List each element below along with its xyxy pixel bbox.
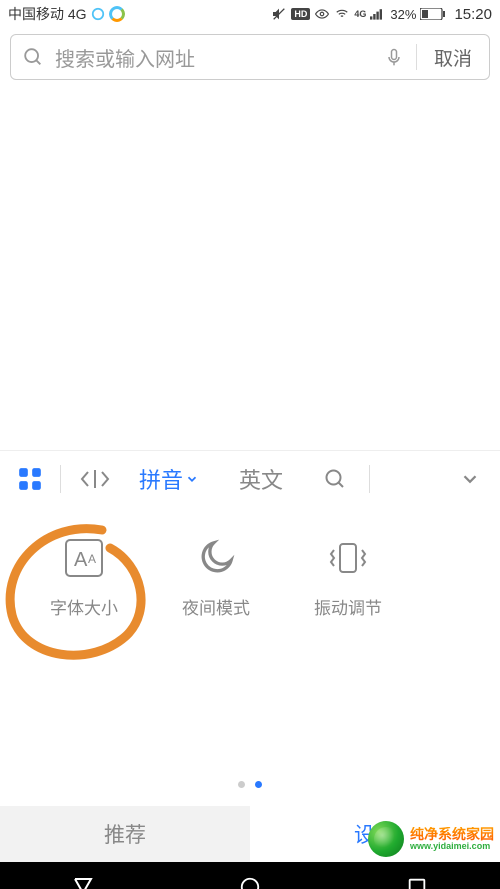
divider [369, 465, 370, 493]
carrier-label: 中国移动 4G [8, 4, 87, 24]
setting-night-mode[interactable]: 夜间模式 [168, 536, 264, 619]
eye-icon [314, 7, 330, 21]
search-input[interactable]: 搜索或输入网址 [55, 43, 372, 72]
search-bar[interactable]: 搜索或输入网址 取消 [10, 34, 490, 80]
mute-icon [271, 6, 287, 22]
ime-settings-panel: AA 字体大小 夜间模式 振动调节 [0, 506, 500, 806]
ime-mode-english[interactable]: 英文 [215, 451, 307, 506]
ime-cursor-button[interactable] [67, 451, 123, 506]
ime-collapse-button[interactable] [446, 451, 494, 506]
signal-icon [370, 7, 386, 21]
ime-mode-pinyin[interactable]: 拼音 [123, 451, 215, 506]
net-badge: 4G [354, 9, 366, 19]
search-icon [11, 46, 55, 68]
page-indicator [0, 781, 500, 788]
dot-active [255, 781, 262, 788]
setting-label: 字体大小 [50, 594, 118, 619]
divider [60, 465, 61, 493]
watermark-title: 纯净系统家园 [410, 827, 494, 842]
ime-toolbar: 拼音 英文 [0, 450, 500, 506]
swirl-icon [109, 6, 125, 22]
vibration-icon [326, 536, 370, 580]
status-bar: 中国移动 4G HD 4G 32% 15:20 [0, 0, 500, 28]
nav-recent[interactable] [377, 876, 457, 889]
setting-label: 振动调节 [314, 594, 382, 619]
english-label: 英文 [239, 463, 283, 495]
status-right: HD 4G 32% 15:20 [271, 6, 492, 23]
ime-apps-button[interactable] [6, 451, 54, 506]
mic-icon[interactable] [372, 45, 416, 69]
moon-icon [194, 536, 238, 580]
assistant-icon [91, 7, 105, 21]
wifi-icon [334, 7, 350, 21]
tab-recommend[interactable]: 推荐 [0, 806, 250, 862]
setting-vibration[interactable]: 振动调节 [300, 536, 396, 619]
clock: 15:20 [454, 6, 492, 23]
battery-percent: 32% [390, 7, 416, 22]
hd-icon: HD [291, 8, 310, 20]
nav-back[interactable] [43, 875, 123, 889]
setting-label: 夜间模式 [182, 594, 250, 619]
watermark-url: www.yidaimei.com [410, 842, 490, 851]
cancel-button[interactable]: 取消 [417, 44, 489, 71]
android-navbar [0, 862, 500, 889]
pinyin-label: 拼音 [139, 463, 183, 495]
watermark-logo-icon [368, 821, 404, 857]
search-area: 搜索或输入网址 取消 [0, 28, 500, 90]
font-size-icon: AA [62, 536, 106, 580]
svg-text:A: A [74, 549, 88, 571]
svg-text:A: A [88, 552, 96, 566]
nav-home[interactable] [210, 876, 290, 889]
watermark: 纯净系统家园 www.yidaimei.com [368, 821, 494, 857]
battery-icon [420, 8, 446, 20]
dot [238, 781, 245, 788]
page-content [0, 90, 500, 450]
setting-font-size[interactable]: AA 字体大小 [36, 536, 132, 619]
chevron-down-icon [185, 472, 199, 486]
ime-search-button[interactable] [307, 451, 363, 506]
status-left: 中国移动 4G [8, 4, 125, 24]
